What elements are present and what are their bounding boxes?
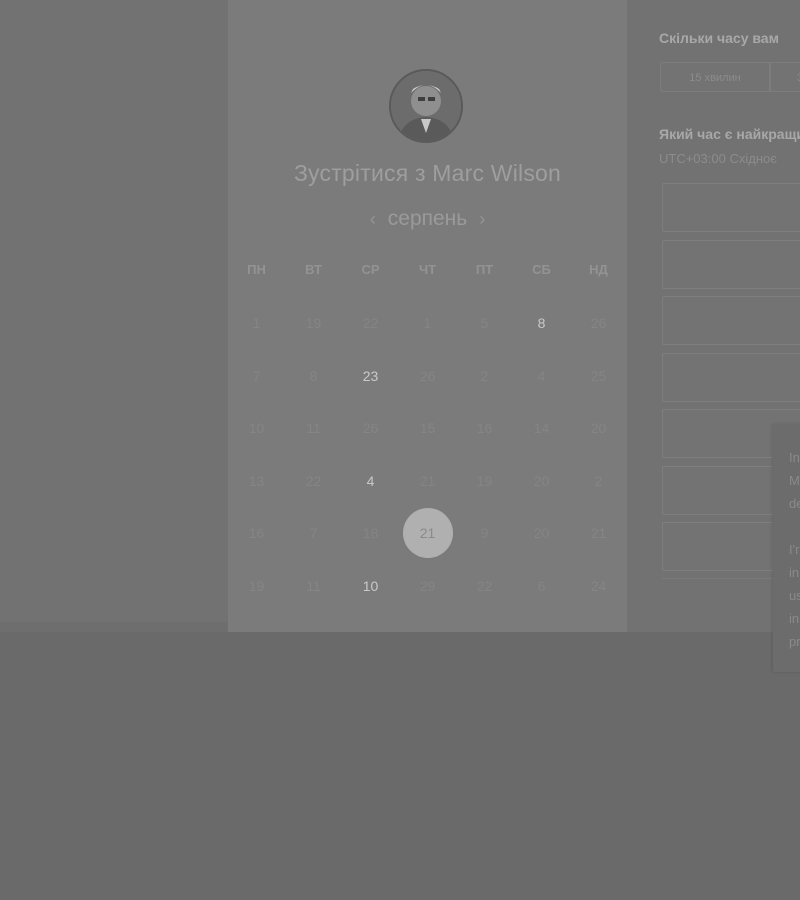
time-question: Який час є найкращий xyxy=(659,126,800,142)
popup-text: I'r xyxy=(789,542,800,557)
popup-text: pr xyxy=(789,634,800,649)
duration-selector: 15 хвилин 3 xyxy=(660,62,800,92)
duration-option-15[interactable]: 15 хвилин xyxy=(660,62,770,92)
calendar-day[interactable]: 22 xyxy=(460,561,510,611)
calendar-day[interactable]: 2 xyxy=(460,351,510,401)
chevron-right-icon[interactable]: › xyxy=(467,209,497,230)
calendar-day[interactable]: 13 xyxy=(232,456,282,506)
calendar-day[interactable]: 9 xyxy=(460,508,510,558)
time-slot-button[interactable] xyxy=(662,296,800,345)
calendar-day[interactable]: 7 xyxy=(289,508,339,558)
weekday-label: ВТ xyxy=(305,262,322,277)
calendar-day[interactable]: 29 xyxy=(403,561,453,611)
calendar-day[interactable]: 20 xyxy=(517,456,567,506)
time-slot-button[interactable] xyxy=(662,352,800,402)
weekday-header: ПН ВТ СР ЧТ ПТ СБ НД xyxy=(228,262,627,282)
calendar-day[interactable]: 11 xyxy=(289,561,339,611)
chevron-left-icon[interactable]: ‹ xyxy=(358,209,388,230)
popup-text: M xyxy=(789,473,800,488)
popup-text: de xyxy=(789,496,800,511)
meeting-title: Зустрітися з Marc Wilson xyxy=(293,160,562,186)
calendar-day[interactable]: 26 xyxy=(574,298,624,348)
calendar-day[interactable]: 24 xyxy=(574,561,624,611)
calendar-day[interactable]: 16 xyxy=(460,403,510,453)
calendar-day[interactable]: 25 xyxy=(574,351,624,401)
duration-option-30[interactable]: 3 xyxy=(770,62,800,92)
calendar-day[interactable]: 21 xyxy=(402,508,453,558)
calendar-day[interactable]: 2 xyxy=(574,456,624,506)
avatar xyxy=(389,69,463,143)
popup-text: in xyxy=(789,565,800,580)
calendar-day[interactable]: 10 xyxy=(232,403,282,453)
weekday-label: ПН xyxy=(247,262,266,277)
calendar-day[interactable]: 10 xyxy=(346,561,396,611)
calendar-day[interactable]: 18 xyxy=(346,508,396,558)
calendar-day[interactable]: 8 xyxy=(289,351,339,401)
calendar-day[interactable]: 20 xyxy=(517,508,567,558)
time-slot-button[interactable] xyxy=(662,239,800,289)
calendar-day[interactable]: 11 xyxy=(289,403,339,453)
month-label: серпень xyxy=(387,207,468,230)
calendar-day[interactable]: 14 xyxy=(517,403,567,453)
calendar-day[interactable]: 1 xyxy=(232,298,282,348)
calendar-day[interactable]: 8 xyxy=(517,298,567,348)
calendar-day[interactable]: 22 xyxy=(289,456,339,506)
weekday-label: СБ xyxy=(532,262,551,277)
weekday-label: СР xyxy=(361,262,380,277)
calendar-day[interactable]: 7 xyxy=(232,351,282,401)
duration-question: Скільки часу вам xyxy=(659,30,779,46)
popup-text: in xyxy=(789,611,800,626)
calendar-day[interactable]: 26 xyxy=(403,351,453,401)
month-navigation: ‹ серпень › xyxy=(228,204,627,234)
calendar-day[interactable]: 19 xyxy=(232,561,282,611)
calendar-day[interactable]: 5 xyxy=(460,298,510,348)
calendar-day[interactable]: 23 xyxy=(346,351,396,401)
calendar-day[interactable]: 26 xyxy=(346,403,396,453)
calendar-day[interactable]: 1 xyxy=(403,298,453,348)
weekday-label: НД xyxy=(589,262,608,277)
timezone-selector[interactable]: UTC+03:00 Східноє xyxy=(659,151,777,166)
weekday-label: ЧТ xyxy=(418,262,437,277)
page-divider xyxy=(0,622,228,632)
booking-panel: Зустрітися з Marc Wilson ‹ серпень › ПН … xyxy=(228,0,627,632)
host-photo-icon xyxy=(391,71,461,141)
calendar-day[interactable]: 21 xyxy=(403,456,453,506)
calendar-day[interactable]: 19 xyxy=(289,298,339,348)
calendar-day[interactable]: 21 xyxy=(574,508,624,558)
calendar-day[interactable]: 4 xyxy=(517,351,567,401)
popup-text: us xyxy=(789,588,800,603)
calendar-day[interactable]: 15 xyxy=(403,403,453,453)
calendar-day[interactable]: 22 xyxy=(346,298,396,348)
time-slot-button[interactable] xyxy=(662,183,800,232)
calendar-day[interactable]: 4 xyxy=(346,456,396,506)
calendar-day[interactable]: 19 xyxy=(460,456,510,506)
calendar-day[interactable]: 20 xyxy=(574,403,624,453)
info-popup: In M de I'r in us in pr xyxy=(773,424,800,672)
popup-text: In xyxy=(789,450,800,465)
calendar-day[interactable]: 16 xyxy=(232,508,282,558)
weekday-label: ПТ xyxy=(475,262,494,277)
calendar-day[interactable]: 6 xyxy=(517,561,567,611)
